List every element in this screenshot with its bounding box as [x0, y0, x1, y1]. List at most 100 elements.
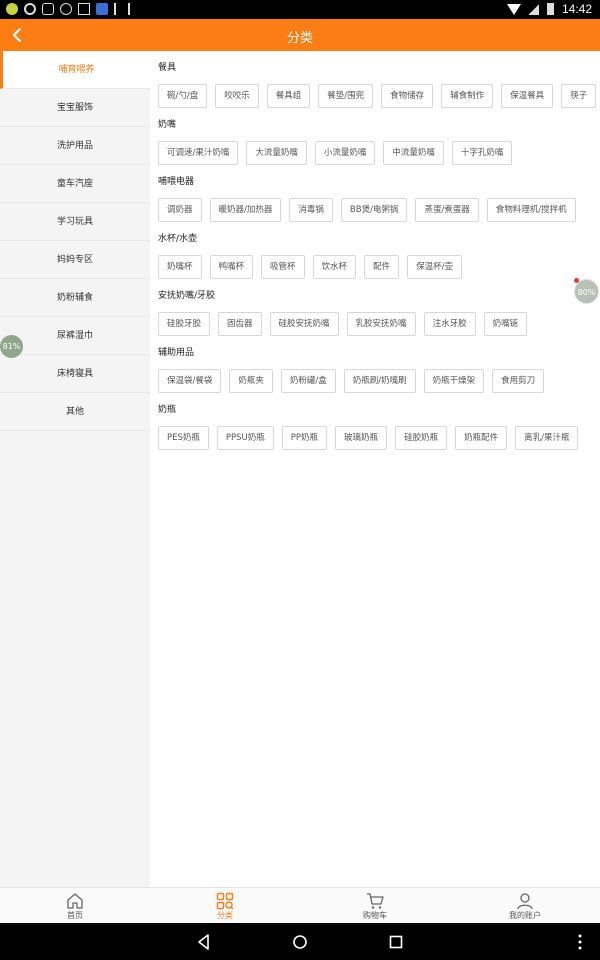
subcategory-chip[interactable]: 十字孔奶嘴: [451, 141, 513, 165]
subcategory-chip[interactable]: 辅食制作: [441, 84, 494, 108]
sidebar-item[interactable]: 奶粉辅食: [0, 279, 150, 317]
sync-icon: [24, 3, 36, 15]
subcategory-chip[interactable]: 硅胶奶瓶: [395, 426, 448, 450]
tab-home[interactable]: 首页: [0, 888, 150, 923]
sidebar-item[interactable]: 其他: [0, 393, 150, 431]
status-time: 14:42: [561, 2, 592, 16]
user-icon: [517, 893, 533, 910]
category-sidebar: 哺育喂养 宝宝服饰洗护用品童车汽座学习玩具妈妈专区奶粉辅食尿裤湿巾床椅寝具 其他: [0, 51, 150, 887]
tab-home-label: 首页: [67, 911, 83, 920]
sidebar-item[interactable]: 妈妈专区: [0, 241, 150, 279]
sidebar-item-label: 学习玩具: [56, 217, 93, 227]
bottom-tab-bar: 首页 分类 购物车 我的账户: [0, 887, 600, 923]
subcategory-chip[interactable]: 鸭嘴杯: [209, 255, 254, 279]
chip-group: 碗/勺/盘 咬咬乐 餐具组 餐垫/围兜 食物储存 辅食制作 保温餐具 筷子: [158, 84, 600, 108]
subcategory-chip[interactable]: PP奶瓶: [281, 426, 328, 450]
subcategory-chip[interactable]: 蒸蛋/煮蛋器: [415, 198, 479, 222]
subcategory-chip[interactable]: 消毒锅: [289, 198, 333, 222]
subcategory-chip[interactable]: 调奶器: [158, 198, 202, 222]
subcategory-chip[interactable]: 保温餐具: [501, 84, 554, 108]
subcategory-chip[interactable]: 玻璃奶瓶: [335, 426, 388, 450]
subcategory-chip[interactable]: 奶嘴杯: [158, 255, 202, 279]
page-title: 分类: [286, 31, 313, 46]
subcategory-chip[interactable]: BB煲/电粥锅: [340, 198, 408, 222]
tab-account[interactable]: 我的账户: [450, 888, 600, 923]
status-bar: 14:42: [0, 0, 600, 19]
floating-percent-badge-left[interactable]: 81%: [0, 335, 23, 358]
subcategory-chip[interactable]: 奶瓶刷/奶嘴刷: [343, 369, 416, 393]
sidebar-item[interactable]: 床椅寝具: [0, 355, 150, 393]
subcategory-chip[interactable]: 奶瓶配件: [455, 426, 508, 450]
subcategory-chip[interactable]: 餐具组: [266, 84, 311, 108]
home-icon: [67, 893, 83, 909]
badge-left-label: 81%: [2, 342, 21, 351]
app-notification-icon: [6, 3, 18, 15]
squirrel-icon: [42, 3, 54, 15]
subcategory-chip[interactable]: 暖奶器/加热器: [209, 198, 282, 222]
subcategory-chip[interactable]: 大流量奶嘴: [246, 141, 307, 165]
subcategory-chip[interactable]: 保温杯/壶: [407, 255, 462, 279]
section-title: 奶嘴: [158, 120, 177, 130]
tab-cart[interactable]: 购物车: [300, 888, 450, 923]
floating-percent-badge-right[interactable]: 80%: [574, 278, 599, 304]
subcategory-chip[interactable]: 可调速/果汁奶嘴: [158, 141, 239, 165]
sidebar-item[interactable]: 洗护用品: [0, 127, 150, 165]
sidebar-item[interactable]: 学习玩具: [0, 203, 150, 241]
recents-square-icon[interactable]: [386, 932, 406, 952]
badge-right-label: 80%: [577, 288, 596, 297]
chip-group: 可调速/果汁奶嘴 大流量奶嘴 小流量奶嘴 中流量奶嘴 十字孔奶嘴: [158, 141, 600, 165]
section-title: 餐具: [158, 63, 177, 73]
section-title: 奶瓶: [158, 405, 177, 415]
subcategory-chip[interactable]: 保温袋/餐袋: [158, 369, 222, 393]
subcategory-chip[interactable]: 奶嘴链: [483, 312, 528, 336]
subcategory-chip[interactable]: 离乳/果汁瓶: [515, 426, 579, 450]
home-circle-icon[interactable]: [290, 932, 310, 952]
sidebar-item[interactable]: 童车汽座: [0, 165, 150, 203]
tab-account-label: 我的账户: [509, 911, 541, 920]
subcategory-chip[interactable]: 食物料理机/搅拌机: [486, 198, 576, 222]
subcategory-section: 哺喂电器调奶器 暖奶器/加热器 消毒锅 BB煲/电粥锅 蒸蛋/煮蛋器 食物料理机/搅拌机: [150, 175, 600, 222]
subcategory-chip[interactable]: 饮水杯: [312, 255, 357, 279]
sidebar-item-label: 童车汽座: [56, 179, 93, 189]
subcategory-chip[interactable]: 注水牙胶: [423, 312, 476, 336]
overflow-menu-icon[interactable]: [570, 932, 590, 952]
subcategory-chip[interactable]: 食物储存: [381, 84, 434, 108]
subcategory-chip[interactable]: 奶瓶夹: [229, 369, 273, 393]
sidebar-item[interactable]: 哺育喂养: [0, 51, 150, 89]
usb-icon: [114, 3, 122, 15]
section-title: 哺喂电器: [158, 177, 195, 187]
browser-icon: [60, 3, 72, 15]
notification-dot: [574, 278, 579, 283]
subcategory-chip[interactable]: 奶粉罐/盒: [280, 369, 336, 393]
subcategory-chip[interactable]: PES奶瓶: [158, 426, 209, 450]
battery-icon: [546, 3, 554, 15]
back-triangle-icon[interactable]: [194, 932, 214, 952]
subcategory-chip[interactable]: PPSU奶瓶: [216, 426, 274, 450]
subcategory-chip[interactable]: 餐垫/围兜: [318, 84, 374, 108]
subcategory-chip[interactable]: 吸管杯: [261, 255, 305, 279]
subcategory-chip[interactable]: 奶瓶干燥架: [423, 369, 485, 393]
tab-cart-label: 购物车: [363, 911, 387, 920]
subcategory-chip[interactable]: 硅胶牙胶: [158, 312, 211, 336]
subcategory-chip[interactable]: 咬咬乐: [215, 84, 259, 108]
subcategory-chip[interactable]: 小流量奶嘴: [314, 141, 376, 165]
subcategory-chip[interactable]: 固齿器: [218, 312, 262, 336]
subcategory-section: 辅助用品 保温袋/餐袋 奶瓶夹 奶粉罐/盒 奶瓶刷/奶嘴刷 奶瓶干燥架 食用剪刀: [150, 346, 600, 393]
subcategory-chip[interactable]: 乳胶安抚奶嘴: [346, 312, 416, 336]
subcategory-chip[interactable]: 食用剪刀: [492, 369, 545, 393]
sidebar-item-label: 尿裤湿巾: [56, 331, 93, 341]
subcategory-chip[interactable]: 硅胶安抚奶嘴: [269, 312, 339, 336]
subcategory-section: 奶瓶 PES奶瓶 PPSU奶瓶 PP奶瓶 玻璃奶瓶 硅胶奶瓶 奶瓶配件 离乳/果汁瓶: [150, 403, 600, 450]
tab-category[interactable]: 分类: [150, 888, 300, 923]
section-title: 水杯/水壶: [158, 234, 198, 244]
subcategory-chip[interactable]: 中流量奶嘴: [383, 141, 444, 165]
subcategory-section: 餐具碗/勺/盘 咬咬乐 餐具组 餐垫/围兜 食物储存 辅食制作 保温餐具 筷子: [150, 61, 600, 108]
chip-group: 保温袋/餐袋 奶瓶夹 奶粉罐/盒 奶瓶刷/奶嘴刷 奶瓶干燥架 食用剪刀: [158, 369, 600, 393]
subcategory-chip[interactable]: 筷子: [561, 84, 597, 108]
sidebar-item-label: 洗护用品: [56, 141, 93, 151]
sidebar-item-label: 妈妈专区: [56, 255, 93, 265]
section-title: 安抚奶嘴/牙胶: [158, 291, 216, 301]
subcategory-chip[interactable]: 配件: [364, 255, 400, 279]
sidebar-item[interactable]: 宝宝服饰: [0, 89, 150, 127]
subcategory-chip[interactable]: 碗/勺/盘: [158, 84, 208, 108]
